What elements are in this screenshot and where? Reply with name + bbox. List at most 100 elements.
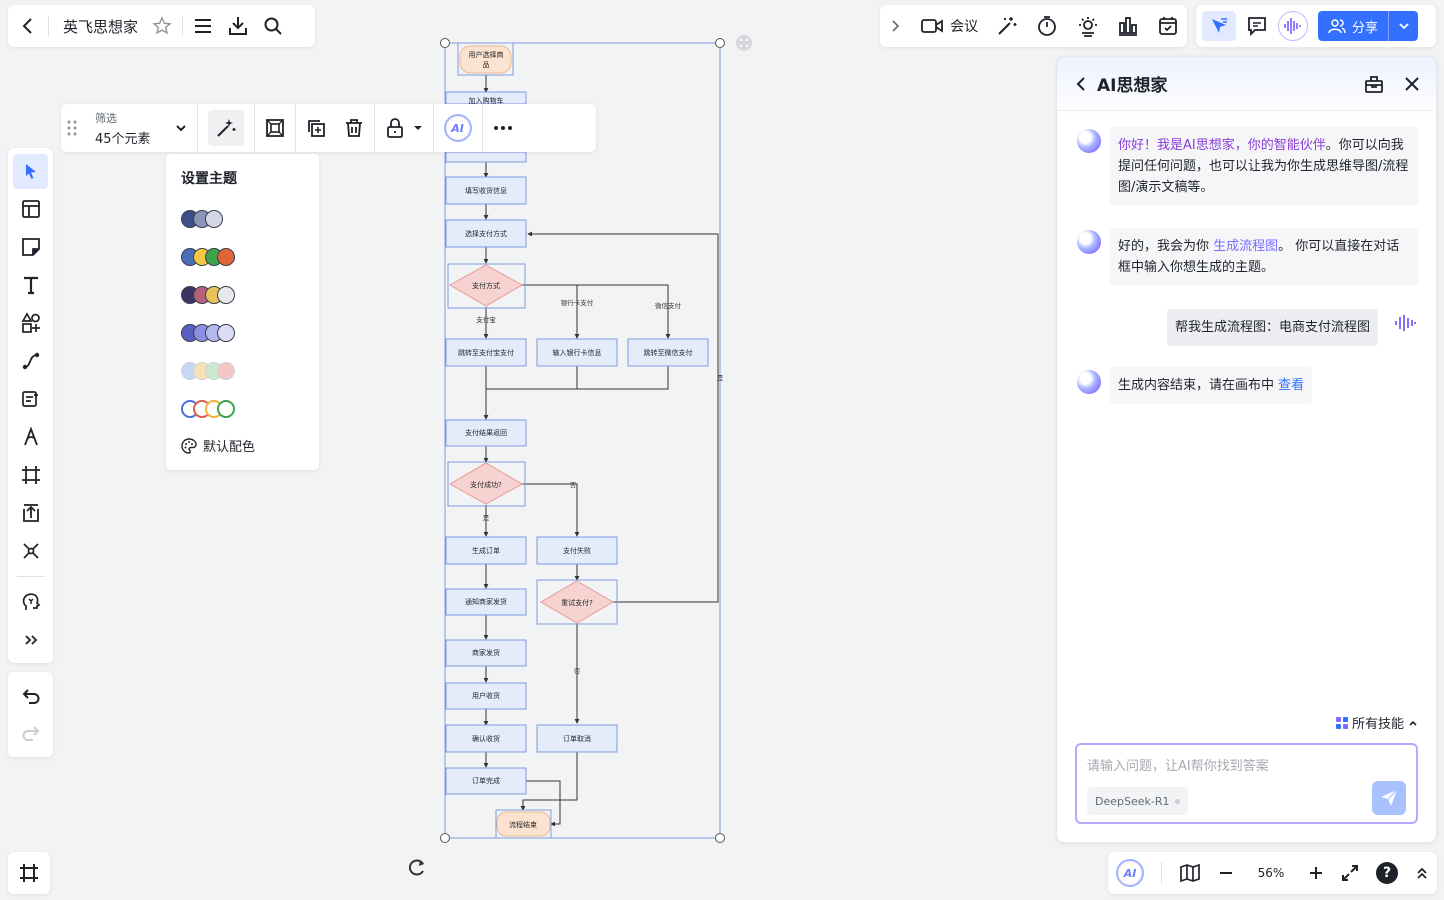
ai-assist-button[interactable]: AI: [443, 114, 472, 142]
flow-node-alipay-label: 跳转至支付宝支付: [458, 348, 514, 357]
sticky-note-tool[interactable]: [13, 230, 48, 265]
ai-message-bubble: 好的，我会为你 生成流程图。 你可以直接在对话框中输入你想生成的主题。: [1110, 228, 1418, 286]
rotate-icon[interactable]: [409, 859, 424, 876]
theme-swatch[interactable]: [181, 276, 304, 314]
lock-dropdown[interactable]: [375, 104, 434, 152]
zoom-in-icon[interactable]: [1308, 865, 1324, 881]
drag-handle-icon[interactable]: [736, 35, 752, 51]
mindmap-tool[interactable]: [13, 382, 48, 417]
ai-button[interactable]: AI: [1116, 859, 1144, 887]
flow-node-done[interactable]: [445, 767, 527, 795]
ai-brain-tool[interactable]: [13, 585, 48, 620]
frame-tool[interactable]: [13, 458, 48, 493]
view-link[interactable]: 查看: [1278, 378, 1304, 393]
theme-magic-icon[interactable]: [207, 110, 244, 146]
help-icon[interactable]: ?: [1376, 862, 1398, 884]
meeting-button[interactable]: 会议: [920, 16, 978, 36]
voice-wave-icon[interactable]: [1393, 313, 1417, 333]
select-tool[interactable]: [13, 153, 48, 189]
frame-list-button[interactable]: [8, 852, 50, 894]
users-icon: [1328, 19, 1346, 34]
flow-node-bankcard[interactable]: [536, 338, 618, 367]
flow-node-pay-fail[interactable]: [536, 536, 618, 565]
selection-handles[interactable]: [440, 38, 725, 843]
flow-node-alipay[interactable]: [445, 338, 527, 367]
text-tool[interactable]: [13, 268, 48, 303]
toolbox-icon[interactable]: [1364, 74, 1384, 94]
upload-tool[interactable]: [13, 496, 48, 531]
drag-grip-icon[interactable]: [67, 119, 77, 137]
vote-chart-icon[interactable]: [1117, 15, 1139, 37]
redo-icon[interactable]: [21, 723, 41, 743]
shapes-icon: [21, 312, 40, 333]
fit-screen-icon[interactable]: [1341, 864, 1359, 882]
flow-decision-pay-ok[interactable]: [448, 462, 524, 505]
more-tools[interactable]: [13, 534, 48, 569]
minimap-icon[interactable]: [1179, 863, 1201, 883]
chevron-right-icon[interactable]: [888, 19, 902, 33]
default-color-option[interactable]: 默认配色: [181, 436, 304, 455]
voice-wave-icon[interactable]: [1278, 11, 1308, 41]
fit-frame-icon[interactable]: [265, 118, 285, 138]
calendar-icon[interactable]: [1157, 15, 1179, 37]
selection-toolbar: 筛选 45个元素 AI: [61, 104, 596, 152]
flow-node-confirm[interactable]: [445, 724, 527, 753]
flow-decision-retry[interactable]: [540, 580, 614, 624]
template-tool[interactable]: [13, 192, 48, 227]
flow-node-ship[interactable]: [445, 639, 527, 667]
undo-icon[interactable]: [21, 686, 41, 706]
theme-swatch[interactable]: [181, 352, 304, 390]
pen-tool[interactable]: [13, 420, 48, 455]
all-skills-button[interactable]: 所有技能: [1335, 713, 1418, 732]
send-button[interactable]: [1372, 781, 1406, 815]
magic-wand-icon[interactable]: [996, 15, 1018, 37]
ai-panel-title: AI思想家: [1097, 76, 1168, 96]
ai-question-input[interactable]: [1087, 759, 1406, 774]
flow-node-hidden[interactable]: [445, 151, 527, 163]
back-icon[interactable]: [18, 16, 38, 36]
connector-tool[interactable]: [13, 344, 48, 379]
timer-icon[interactable]: [1036, 15, 1058, 37]
menu-icon[interactable]: [193, 16, 213, 36]
delete-icon[interactable]: [344, 118, 364, 138]
theme-swatch[interactable]: [181, 200, 304, 238]
theme-swatch[interactable]: [181, 314, 304, 352]
flow-node-notify[interactable]: [445, 588, 527, 616]
comment-icon[interactable]: [1246, 15, 1268, 37]
flow-node-address[interactable]: [445, 176, 527, 205]
back-icon[interactable]: [1073, 76, 1089, 92]
doc-title[interactable]: 英飞思想家: [63, 16, 138, 37]
filter-dropdown[interactable]: 筛选 45个元素: [85, 104, 198, 152]
download-icon[interactable]: [227, 15, 249, 37]
flow-node-choose-pay[interactable]: [445, 219, 527, 248]
duplicate-icon[interactable]: [306, 118, 326, 138]
share-dropdown[interactable]: [1388, 11, 1418, 41]
flow-node-pay-result[interactable]: [445, 419, 527, 447]
expand-toolbar[interactable]: [13, 623, 48, 658]
flow-node-cart[interactable]: [445, 91, 527, 105]
flow-node-wechat[interactable]: [627, 338, 709, 367]
star-icon[interactable]: [152, 16, 172, 36]
close-icon[interactable]: [1404, 76, 1420, 92]
theme-swatch[interactable]: [181, 390, 304, 428]
search-icon[interactable]: [263, 16, 283, 36]
reply-highlight: 生成流程图: [1213, 239, 1279, 254]
theme-swatch[interactable]: [181, 238, 304, 276]
flow-node-gen-order[interactable]: [445, 536, 527, 565]
shape-tool[interactable]: [13, 306, 48, 341]
collapse-up-icon[interactable]: [1415, 865, 1429, 881]
flow-decision-pay-method[interactable]: [448, 264, 524, 307]
zoom-out-icon[interactable]: [1218, 865, 1234, 881]
cursor-follow-icon[interactable]: [1202, 11, 1236, 41]
flow-node-receive[interactable]: [445, 682, 527, 710]
flow-node-end[interactable]: [496, 811, 551, 837]
more-icon[interactable]: [493, 125, 513, 131]
flow-node-cancel[interactable]: [536, 724, 618, 753]
share-label: 分享: [1352, 20, 1379, 36]
model-selector[interactable]: DeepSeek-R1: [1087, 787, 1188, 815]
zoom-level[interactable]: 56%: [1251, 866, 1291, 880]
spotlight-icon[interactable]: [1077, 15, 1099, 37]
theme-popover: 设置主题 默认配色: [166, 154, 319, 470]
share-button[interactable]: 分享: [1318, 11, 1419, 41]
flow-node-start[interactable]: [457, 42, 514, 76]
